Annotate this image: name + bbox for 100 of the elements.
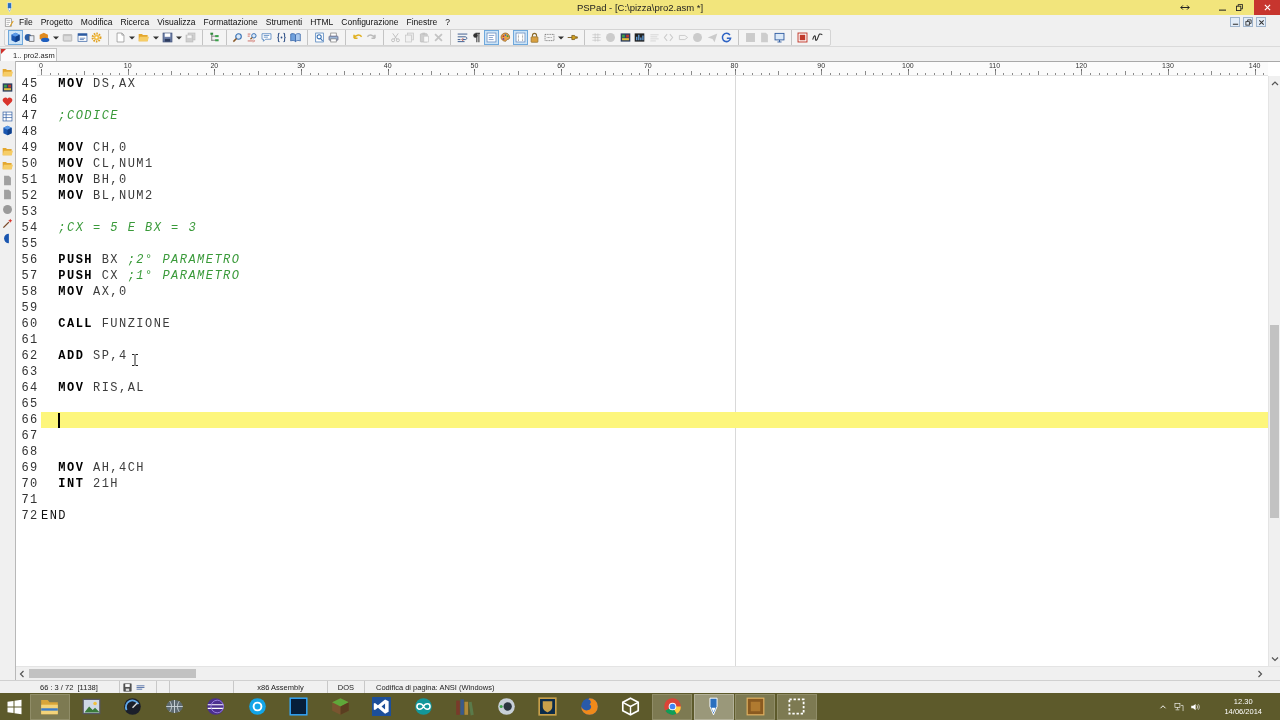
toolbar-button[interactable] (8, 30, 23, 45)
tile-icon (745, 697, 765, 716)
dropdown-caret-icon[interactable] (176, 34, 182, 41)
speaker-icon[interactable] (1190, 701, 1201, 712)
close-button[interactable] (1254, 0, 1280, 15)
menu-item[interactable]: Visualizza (153, 15, 200, 29)
toolbar-button[interactable] (618, 30, 633, 45)
line-number: 49 (20, 141, 40, 155)
infinity-icon (413, 697, 433, 716)
bars-icon (634, 32, 646, 43)
striped-sphere-icon (206, 697, 225, 716)
dashed-square-icon (787, 697, 806, 716)
squiggle-icon (811, 32, 823, 43)
window-icon (62, 32, 74, 43)
code-line: MOV BH,0 (58, 173, 128, 187)
search-icon (232, 32, 244, 43)
double-arrow-icon[interactable] (1180, 4, 1190, 11)
line-number: 52 (20, 189, 40, 203)
document-icon (114, 32, 126, 43)
taskbar-button[interactable] (652, 693, 692, 720)
code-line: MOV AH,4CH (58, 461, 146, 475)
menu-item[interactable]: Progetto (36, 15, 77, 29)
clipboard-icon (418, 32, 430, 43)
pin-icon (567, 32, 579, 43)
code-line: MOV CH,0 (58, 141, 128, 155)
palette-icon (500, 32, 512, 43)
line-number: 67 (20, 429, 40, 443)
cross-icon (433, 32, 445, 43)
ring-badge-icon (247, 697, 267, 716)
menu-item[interactable]: Formattazione (199, 15, 262, 29)
braces-icon (275, 32, 287, 43)
close-icon (1257, 18, 1265, 26)
line-number: 68 (20, 445, 40, 459)
globe-icon (579, 697, 599, 716)
menu-item[interactable]: Strumenti (261, 15, 307, 29)
line-number: 69 (20, 461, 40, 475)
scissors-icon (389, 32, 401, 43)
dropdown-caret-icon[interactable] (152, 34, 159, 41)
line-number: 72 (20, 509, 40, 523)
pilcrow-icon (471, 32, 483, 43)
table-icon[interactable] (2, 110, 13, 122)
taskbar-button[interactable] (29, 693, 70, 720)
line-number: 62 (20, 349, 40, 363)
menu-item[interactable]: Modifica (76, 15, 117, 29)
menu-item[interactable]: Ricerca (116, 15, 154, 29)
menu-item[interactable]: ? (441, 15, 454, 29)
mdi-restore-button[interactable] (1243, 17, 1253, 27)
dropdown-caret-icon[interactable] (558, 34, 564, 41)
horizontal-scrollbar[interactable] (16, 666, 1280, 680)
vertical-scrollbar[interactable] (1268, 76, 1280, 666)
line-number: 50 (20, 157, 40, 171)
toolbar-button[interactable] (632, 30, 647, 45)
line-number: 65 (20, 397, 40, 411)
cube-icon[interactable] (2, 125, 13, 136)
dropdown-caret-icon[interactable] (129, 34, 135, 41)
toolbar-button[interactable] (75, 30, 90, 45)
scrollbar-thumb[interactable] (29, 669, 196, 678)
menu-item[interactable]: Finestre (402, 15, 442, 29)
taskbar-button[interactable] (776, 693, 817, 720)
page-preview-icon (313, 32, 325, 43)
gauge-icon (123, 697, 142, 716)
line-number: 54 (20, 221, 40, 235)
code-line: PUSH BX ;2° PARAMETRO (58, 253, 241, 267)
heart-icon[interactable] (2, 96, 13, 107)
notepad-icon[interactable] (4, 16, 14, 28)
mdi-close-button[interactable] (1256, 17, 1266, 27)
page-icon[interactable] (2, 174, 13, 186)
tree-icon (208, 32, 220, 43)
code-line: ADD SP,4 (58, 349, 128, 363)
menu-item[interactable]: File (15, 15, 37, 29)
i-beam-pointer-icon (131, 354, 139, 366)
chevron-up-icon[interactable] (1270, 79, 1279, 87)
speech-bubble-icon (261, 32, 273, 43)
line-number: 57 (20, 269, 40, 283)
wand-icon[interactable] (2, 218, 13, 229)
picture-icon[interactable] (2, 81, 13, 93)
toolbar-button[interactable] (274, 30, 289, 45)
taskbar-button[interactable] (693, 693, 734, 720)
cube-icon (9, 32, 21, 43)
code-line: CALL FUNZIONE (58, 317, 172, 331)
chevron-down-icon[interactable] (1270, 655, 1279, 663)
line-number: 60 (20, 317, 40, 331)
shapes-icon (24, 32, 36, 43)
mdi-minimize-button[interactable] (1230, 17, 1240, 27)
code-line: MOV DS,AX (58, 77, 137, 91)
menu-item[interactable]: Configurazione (337, 15, 403, 29)
code-line: PUSH CX ;1° PARAMETRO (58, 269, 241, 283)
chevron-left-icon[interactable] (18, 669, 26, 678)
toolbar-button[interactable] (160, 30, 175, 45)
angle-brackets-icon (663, 32, 675, 43)
columns-icon (514, 32, 526, 43)
page-icon[interactable] (2, 189, 13, 200)
picture-icon (81, 697, 101, 716)
scrollbar-thumb[interactable] (1270, 325, 1279, 518)
network-icon[interactable] (1174, 701, 1185, 712)
dropdown-caret-icon[interactable] (53, 34, 59, 41)
menu-item[interactable]: HTML (306, 15, 338, 29)
line-number: 70 (20, 477, 40, 491)
chevron-right-icon[interactable] (1256, 669, 1264, 678)
folder-icon (138, 32, 150, 43)
